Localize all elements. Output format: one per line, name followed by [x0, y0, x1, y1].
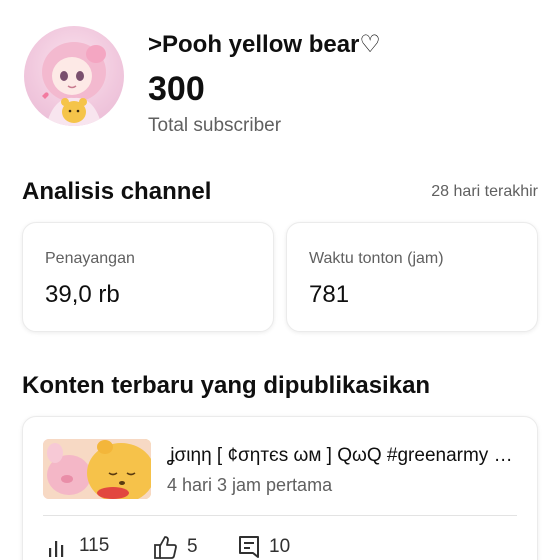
- views-count: 115: [79, 535, 110, 556]
- latest-content-title: Konten terbaru yang dipublikasikan: [22, 372, 431, 399]
- metric-value: 781: [309, 281, 350, 308]
- metric-card-views[interactable]: Penayangan 39,0 rb: [22, 222, 274, 332]
- thumbs-up-icon: [154, 536, 177, 559]
- video-subtitle: 4 hari 3 jam pertama: [167, 475, 333, 495]
- video-title[interactable]: ʝσιηη [ ¢σηтєѕ ωм ] QωQ #greenarmy #wont…: [167, 445, 515, 467]
- analytics-period[interactable]: 28 hari terakhir: [431, 183, 538, 201]
- bar-chart-icon: [49, 541, 64, 557]
- metric-label: Waktu tonton (jam): [309, 250, 444, 267]
- subscriber-count: 300: [148, 70, 205, 108]
- comments-count: 10: [269, 536, 291, 557]
- views-stat: 115: [47, 535, 109, 557]
- likes-count: 5: [187, 536, 198, 557]
- latest-video-card[interactable]: ʝσιηη [ ¢σηтєѕ ωм ] QωQ #greenarmy #wont…: [22, 416, 538, 560]
- analytics-title: Analisis channel: [22, 178, 212, 205]
- channel-name: >Pooh yellow bear♡: [148, 31, 381, 58]
- metric-value: 39,0 rb: [45, 281, 120, 308]
- comments-stat: 10: [237, 535, 290, 559]
- anime-avatar-icon[interactable]: [24, 26, 124, 126]
- comment-icon: [239, 536, 259, 558]
- likes-stat: 5: [153, 535, 198, 559]
- metric-card-watch-time[interactable]: Waktu tonton (jam) 781: [286, 222, 538, 332]
- subscriber-label: Total subscriber: [148, 115, 282, 136]
- metric-label: Penayangan: [45, 250, 135, 267]
- video-thumbnail[interactable]: [43, 439, 151, 499]
- channel-header: >Pooh yellow bear♡ 300 Total subscriber: [0, 0, 560, 160]
- divider: [43, 515, 517, 516]
